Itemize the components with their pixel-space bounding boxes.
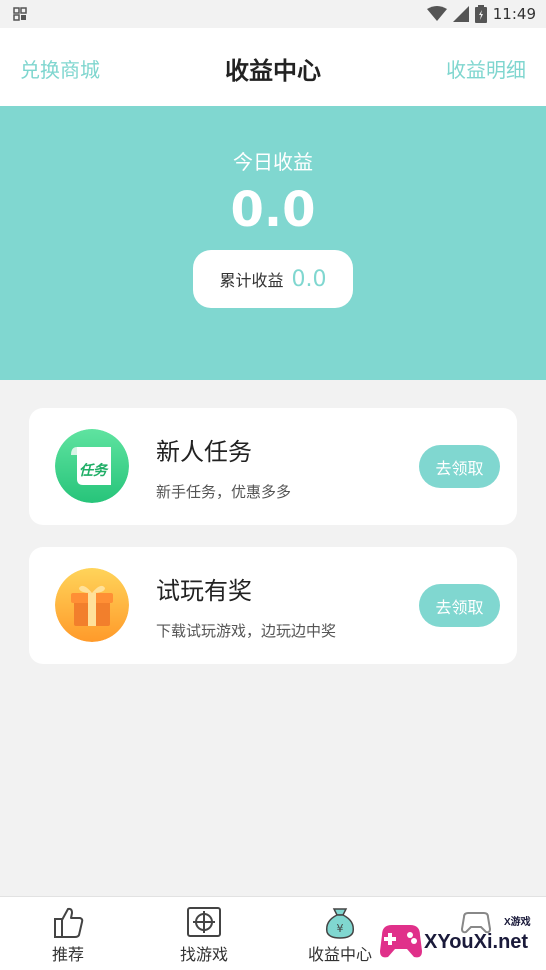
top-nav: 兑换商城 收益中心 收益明细 xyxy=(0,28,546,106)
today-earnings-label: 今日收益 xyxy=(233,150,313,174)
tab-find-games[interactable]: 找游戏 xyxy=(136,897,272,970)
earnings-panel: 今日收益 0.0 累计收益 0.0 xyxy=(0,106,546,380)
task-title: 新人任务 xyxy=(156,438,252,466)
total-earnings-value: 0.0 xyxy=(291,266,327,292)
task-scroll-icon: 任务 xyxy=(55,429,129,503)
svg-text:¥: ¥ xyxy=(337,922,344,935)
notification-icon xyxy=(13,7,27,21)
status-right: 11:49 xyxy=(426,4,536,24)
crosshair-icon xyxy=(187,907,221,937)
total-earnings-pill: 累计收益 0.0 xyxy=(193,250,353,308)
today-earnings-value: 0.0 xyxy=(230,182,316,238)
earnings-detail-link[interactable]: 收益明细 xyxy=(446,54,526,83)
signal-icon xyxy=(452,6,469,22)
task-card-trial: 试玩有奖 下载试玩游戏，边玩边中奖 去领取 xyxy=(29,547,517,664)
claim-trial-button[interactable]: 去领取 xyxy=(419,584,500,627)
tab-label: 推荐 xyxy=(51,945,84,964)
watermark-gamepad-logo xyxy=(380,925,422,958)
gift-icon xyxy=(55,568,129,642)
status-time: 11:49 xyxy=(492,5,536,23)
thumbs-up-icon xyxy=(54,907,84,938)
tab-label: 找游戏 xyxy=(179,945,228,964)
tab-recommend[interactable]: 推荐 xyxy=(0,897,136,970)
task-card-newbie: 任务 新人任务 新手任务，优惠多多 去领取 xyxy=(29,408,517,525)
status-bar: 11:49 xyxy=(0,0,546,28)
battery-icon xyxy=(474,5,487,23)
task-title: 试玩有奖 xyxy=(156,577,252,605)
task-subtitle: 新手任务，优惠多多 xyxy=(156,483,292,501)
money-bag-icon: ¥ xyxy=(325,908,355,939)
task-subtitle: 下载试玩游戏，边玩边中奖 xyxy=(156,622,337,640)
task-icon-text: 任务 xyxy=(79,462,109,479)
wifi-icon xyxy=(426,6,447,21)
claim-newbie-button[interactable]: 去领取 xyxy=(419,445,500,488)
total-earnings-label: 累计收益 xyxy=(219,271,284,290)
watermark-brand: XYouXi.net xyxy=(424,931,529,953)
xyouxi-watermark: X游戏 XYouXi.net xyxy=(376,905,546,970)
watermark-small-text: X游戏 xyxy=(504,917,531,928)
